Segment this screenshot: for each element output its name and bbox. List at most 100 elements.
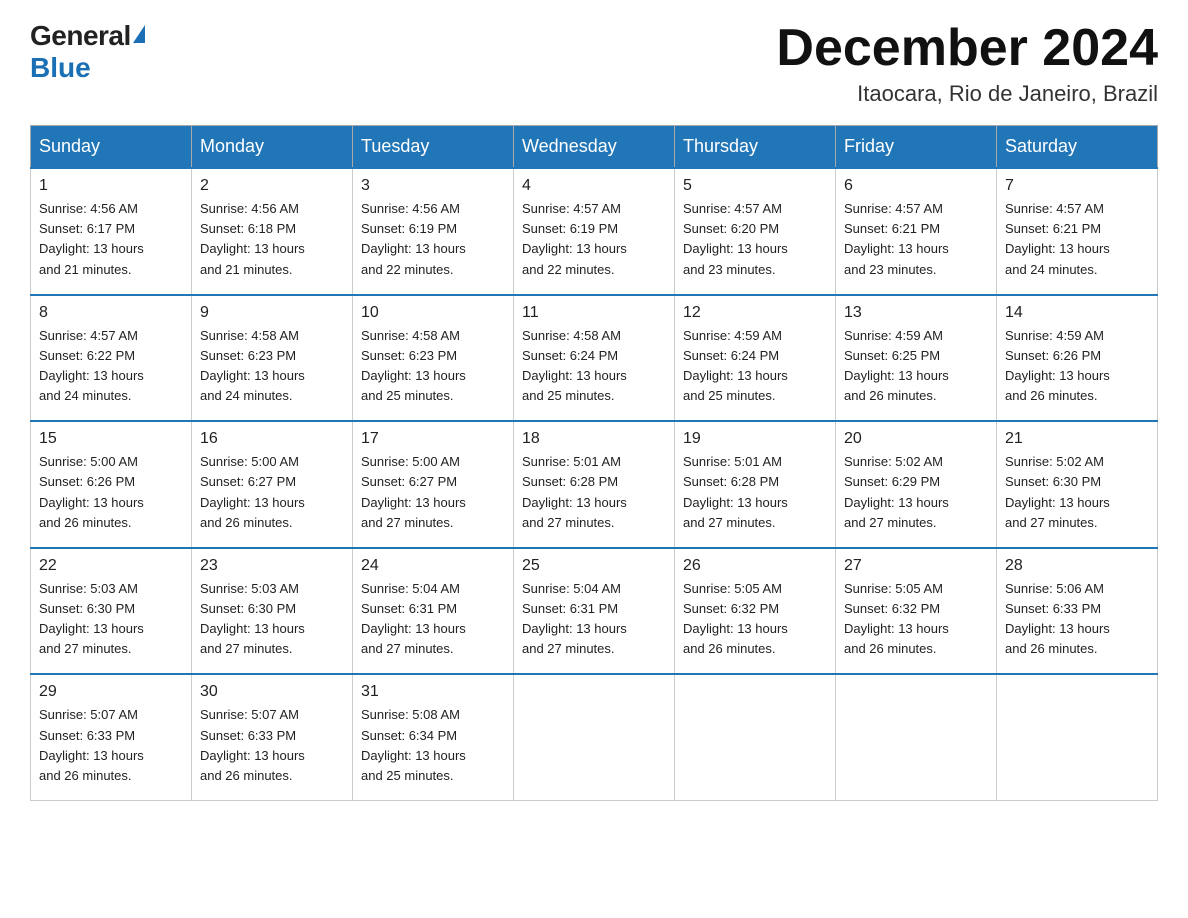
- weekday-header-row: SundayMondayTuesdayWednesdayThursdayFrid…: [31, 126, 1158, 169]
- day-info: Sunrise: 4:57 AMSunset: 6:20 PMDaylight:…: [683, 199, 827, 280]
- day-number: 20: [844, 430, 988, 448]
- day-info: Sunrise: 4:56 AMSunset: 6:19 PMDaylight:…: [361, 199, 505, 280]
- weekday-header-thursday: Thursday: [675, 126, 836, 169]
- calendar-day-cell: 13 Sunrise: 4:59 AMSunset: 6:25 PMDaylig…: [836, 295, 997, 422]
- day-number: 8: [39, 304, 183, 322]
- day-number: 6: [844, 177, 988, 195]
- day-info: Sunrise: 5:03 AMSunset: 6:30 PMDaylight:…: [39, 579, 183, 660]
- day-number: 28: [1005, 557, 1149, 575]
- day-number: 22: [39, 557, 183, 575]
- weekday-header-friday: Friday: [836, 126, 997, 169]
- day-info: Sunrise: 4:59 AMSunset: 6:25 PMDaylight:…: [844, 326, 988, 407]
- day-number: 9: [200, 304, 344, 322]
- calendar-day-cell: 15 Sunrise: 5:00 AMSunset: 6:26 PMDaylig…: [31, 421, 192, 548]
- day-info: Sunrise: 5:07 AMSunset: 6:33 PMDaylight:…: [200, 705, 344, 786]
- day-info: Sunrise: 5:07 AMSunset: 6:33 PMDaylight:…: [39, 705, 183, 786]
- day-info: Sunrise: 5:08 AMSunset: 6:34 PMDaylight:…: [361, 705, 505, 786]
- calendar-day-cell: 8 Sunrise: 4:57 AMSunset: 6:22 PMDayligh…: [31, 295, 192, 422]
- day-info: Sunrise: 4:58 AMSunset: 6:23 PMDaylight:…: [200, 326, 344, 407]
- day-info: Sunrise: 4:56 AMSunset: 6:18 PMDaylight:…: [200, 199, 344, 280]
- day-info: Sunrise: 5:00 AMSunset: 6:26 PMDaylight:…: [39, 452, 183, 533]
- calendar-day-cell: 9 Sunrise: 4:58 AMSunset: 6:23 PMDayligh…: [192, 295, 353, 422]
- day-info: Sunrise: 5:02 AMSunset: 6:29 PMDaylight:…: [844, 452, 988, 533]
- calendar-day-cell: 31 Sunrise: 5:08 AMSunset: 6:34 PMDaylig…: [353, 674, 514, 800]
- calendar-day-cell: 20 Sunrise: 5:02 AMSunset: 6:29 PMDaylig…: [836, 421, 997, 548]
- day-number: 3: [361, 177, 505, 195]
- day-info: Sunrise: 5:03 AMSunset: 6:30 PMDaylight:…: [200, 579, 344, 660]
- calendar-day-cell: 27 Sunrise: 5:05 AMSunset: 6:32 PMDaylig…: [836, 548, 997, 675]
- calendar-week-row: 8 Sunrise: 4:57 AMSunset: 6:22 PMDayligh…: [31, 295, 1158, 422]
- logo-general-text: General: [30, 20, 131, 52]
- weekday-header-saturday: Saturday: [997, 126, 1158, 169]
- day-number: 4: [522, 177, 666, 195]
- calendar-day-cell: 1 Sunrise: 4:56 AMSunset: 6:17 PMDayligh…: [31, 168, 192, 295]
- calendar-day-cell: 7 Sunrise: 4:57 AMSunset: 6:21 PMDayligh…: [997, 168, 1158, 295]
- day-number: 27: [844, 557, 988, 575]
- day-number: 18: [522, 430, 666, 448]
- calendar-week-row: 29 Sunrise: 5:07 AMSunset: 6:33 PMDaylig…: [31, 674, 1158, 800]
- calendar-day-cell: 5 Sunrise: 4:57 AMSunset: 6:20 PMDayligh…: [675, 168, 836, 295]
- day-info: Sunrise: 4:57 AMSunset: 6:21 PMDaylight:…: [844, 199, 988, 280]
- day-info: Sunrise: 5:00 AMSunset: 6:27 PMDaylight:…: [361, 452, 505, 533]
- day-info: Sunrise: 5:00 AMSunset: 6:27 PMDaylight:…: [200, 452, 344, 533]
- calendar-day-cell: 4 Sunrise: 4:57 AMSunset: 6:19 PMDayligh…: [514, 168, 675, 295]
- calendar-day-cell: 16 Sunrise: 5:00 AMSunset: 6:27 PMDaylig…: [192, 421, 353, 548]
- day-info: Sunrise: 4:58 AMSunset: 6:24 PMDaylight:…: [522, 326, 666, 407]
- day-info: Sunrise: 4:59 AMSunset: 6:24 PMDaylight:…: [683, 326, 827, 407]
- calendar-day-cell: 12 Sunrise: 4:59 AMSunset: 6:24 PMDaylig…: [675, 295, 836, 422]
- day-info: Sunrise: 4:57 AMSunset: 6:22 PMDaylight:…: [39, 326, 183, 407]
- calendar-day-cell: 24 Sunrise: 5:04 AMSunset: 6:31 PMDaylig…: [353, 548, 514, 675]
- calendar-day-cell: [675, 674, 836, 800]
- day-number: 23: [200, 557, 344, 575]
- day-number: 14: [1005, 304, 1149, 322]
- calendar-day-cell: 21 Sunrise: 5:02 AMSunset: 6:30 PMDaylig…: [997, 421, 1158, 548]
- day-info: Sunrise: 5:01 AMSunset: 6:28 PMDaylight:…: [522, 452, 666, 533]
- day-number: 19: [683, 430, 827, 448]
- calendar-day-cell: 10 Sunrise: 4:58 AMSunset: 6:23 PMDaylig…: [353, 295, 514, 422]
- day-number: 1: [39, 177, 183, 195]
- calendar-day-cell: 26 Sunrise: 5:05 AMSunset: 6:32 PMDaylig…: [675, 548, 836, 675]
- weekday-header-sunday: Sunday: [31, 126, 192, 169]
- day-number: 5: [683, 177, 827, 195]
- logo-blue-text: Blue: [30, 52, 91, 84]
- calendar-day-cell: 19 Sunrise: 5:01 AMSunset: 6:28 PMDaylig…: [675, 421, 836, 548]
- day-info: Sunrise: 5:04 AMSunset: 6:31 PMDaylight:…: [361, 579, 505, 660]
- day-number: 26: [683, 557, 827, 575]
- day-number: 31: [361, 683, 505, 701]
- day-number: 2: [200, 177, 344, 195]
- day-info: Sunrise: 4:58 AMSunset: 6:23 PMDaylight:…: [361, 326, 505, 407]
- day-number: 13: [844, 304, 988, 322]
- day-info: Sunrise: 5:02 AMSunset: 6:30 PMDaylight:…: [1005, 452, 1149, 533]
- calendar-day-cell: 14 Sunrise: 4:59 AMSunset: 6:26 PMDaylig…: [997, 295, 1158, 422]
- calendar-day-cell: 30 Sunrise: 5:07 AMSunset: 6:33 PMDaylig…: [192, 674, 353, 800]
- calendar-day-cell: 29 Sunrise: 5:07 AMSunset: 6:33 PMDaylig…: [31, 674, 192, 800]
- calendar-day-cell: 6 Sunrise: 4:57 AMSunset: 6:21 PMDayligh…: [836, 168, 997, 295]
- day-number: 21: [1005, 430, 1149, 448]
- day-number: 29: [39, 683, 183, 701]
- day-number: 11: [522, 304, 666, 322]
- weekday-header-tuesday: Tuesday: [353, 126, 514, 169]
- calendar-week-row: 22 Sunrise: 5:03 AMSunset: 6:30 PMDaylig…: [31, 548, 1158, 675]
- day-info: Sunrise: 4:57 AMSunset: 6:19 PMDaylight:…: [522, 199, 666, 280]
- logo-blue-box: [131, 25, 145, 48]
- calendar-day-cell: 3 Sunrise: 4:56 AMSunset: 6:19 PMDayligh…: [353, 168, 514, 295]
- calendar-week-row: 1 Sunrise: 4:56 AMSunset: 6:17 PMDayligh…: [31, 168, 1158, 295]
- day-info: Sunrise: 5:04 AMSunset: 6:31 PMDaylight:…: [522, 579, 666, 660]
- month-title: December 2024: [776, 20, 1158, 77]
- weekday-header-monday: Monday: [192, 126, 353, 169]
- location-subtitle: Itaocara, Rio de Janeiro, Brazil: [776, 81, 1158, 107]
- calendar-day-cell: 25 Sunrise: 5:04 AMSunset: 6:31 PMDaylig…: [514, 548, 675, 675]
- calendar-day-cell: 18 Sunrise: 5:01 AMSunset: 6:28 PMDaylig…: [514, 421, 675, 548]
- day-info: Sunrise: 5:01 AMSunset: 6:28 PMDaylight:…: [683, 452, 827, 533]
- day-info: Sunrise: 5:05 AMSunset: 6:32 PMDaylight:…: [844, 579, 988, 660]
- calendar-week-row: 15 Sunrise: 5:00 AMSunset: 6:26 PMDaylig…: [31, 421, 1158, 548]
- title-block: December 2024 Itaocara, Rio de Janeiro, …: [776, 20, 1158, 107]
- calendar-day-cell: 2 Sunrise: 4:56 AMSunset: 6:18 PMDayligh…: [192, 168, 353, 295]
- weekday-header-wednesday: Wednesday: [514, 126, 675, 169]
- calendar-day-cell: 17 Sunrise: 5:00 AMSunset: 6:27 PMDaylig…: [353, 421, 514, 548]
- calendar-day-cell: 28 Sunrise: 5:06 AMSunset: 6:33 PMDaylig…: [997, 548, 1158, 675]
- day-number: 10: [361, 304, 505, 322]
- calendar-table: SundayMondayTuesdayWednesdayThursdayFrid…: [30, 125, 1158, 801]
- day-info: Sunrise: 4:57 AMSunset: 6:21 PMDaylight:…: [1005, 199, 1149, 280]
- logo-triangle-icon: [133, 25, 145, 43]
